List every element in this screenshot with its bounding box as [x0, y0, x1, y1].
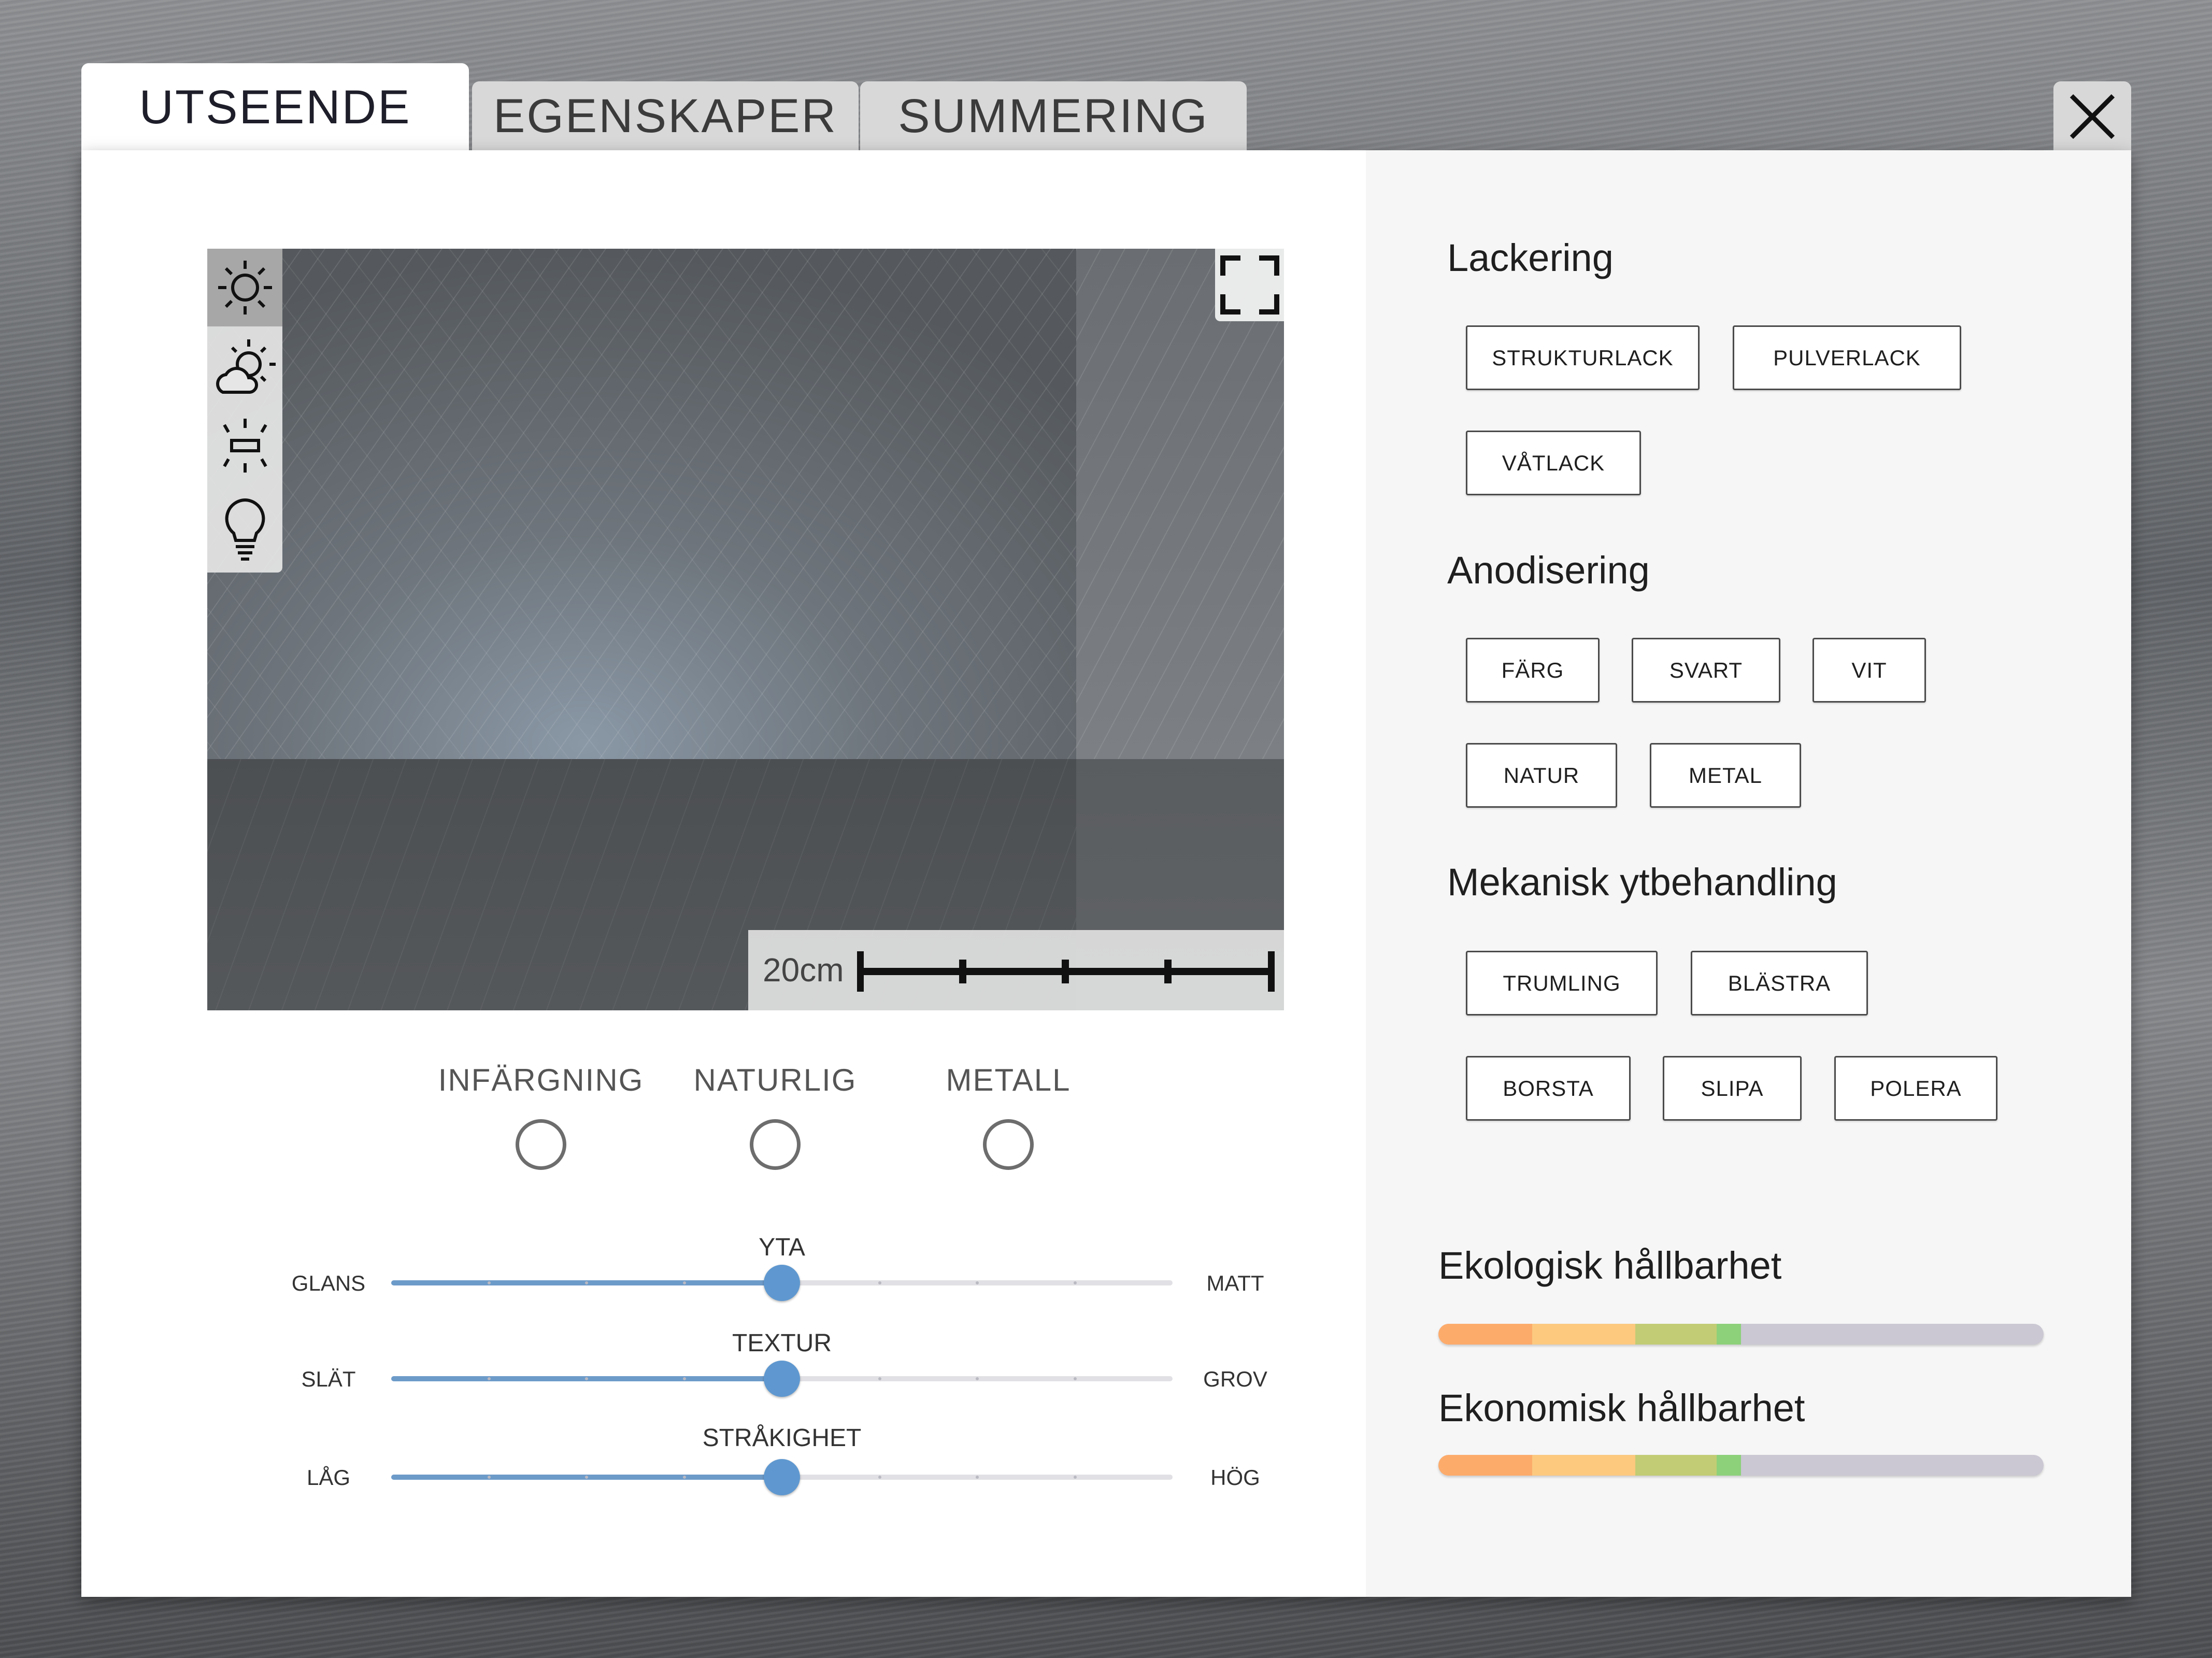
- slider-textur[interactable]: [391, 1361, 1173, 1397]
- section-title-anodisering: Anodisering: [1447, 549, 1650, 592]
- slider-tick: [487, 1476, 491, 1479]
- option-blastra[interactable]: BLÄSTRA: [1691, 951, 1868, 1016]
- lightbulb-icon: [225, 498, 265, 561]
- lamp-icon: [222, 419, 267, 473]
- option-slipa[interactable]: SLIPA: [1663, 1056, 1802, 1121]
- preview-tile: [1076, 249, 1284, 759]
- sustainability-segment: [1438, 1455, 1533, 1476]
- option-farg[interactable]: FÄRG: [1466, 638, 1600, 703]
- tab-label: UTSEENDE: [139, 80, 411, 134]
- slider-tick: [682, 1281, 686, 1284]
- partly-cloudy-icon: [216, 339, 276, 394]
- finish-label-metall: METALL: [946, 1063, 1071, 1097]
- section-title-mekanisk-ytbehandling: Mekanisk ytbehandling: [1447, 861, 1837, 904]
- fullscreen-icon: [1220, 255, 1279, 315]
- slider-title-textur: TEXTUR: [732, 1330, 832, 1357]
- tab-label: SUMMERING: [898, 90, 1209, 142]
- sustainability-title-ekologisk: Ekologisk hållbarhet: [1438, 1244, 1782, 1287]
- slider-tick: [976, 1377, 979, 1380]
- finish-radio-naturlig[interactable]: [750, 1119, 801, 1170]
- slider-thumb[interactable]: [764, 1459, 800, 1495]
- option-borsta[interactable]: BORSTA: [1466, 1056, 1631, 1121]
- option-svart[interactable]: SVART: [1632, 638, 1780, 703]
- slider-tick: [585, 1281, 588, 1284]
- finish-label-infargning: INFÄRGNING: [438, 1063, 644, 1097]
- slider-tick: [878, 1476, 881, 1479]
- lighting-sun-button[interactable]: [207, 249, 282, 326]
- option-pulverlack[interactable]: PULVERLACK: [1733, 325, 1961, 390]
- slider-yta[interactable]: [391, 1265, 1173, 1301]
- slider-title-yta: YTA: [759, 1234, 805, 1261]
- slider-max-label: GROV: [1203, 1367, 1267, 1391]
- sustainability-segment: [1438, 1324, 1533, 1345]
- slider-tick: [878, 1377, 881, 1380]
- lighting-cloudy-button[interactable]: [207, 329, 282, 407]
- lighting-bulb-button[interactable]: [207, 490, 282, 567]
- slider-tick: [1073, 1476, 1077, 1479]
- slider-title-strakighet: STRÅKIGHET: [702, 1424, 862, 1452]
- sustainability-segment: [1635, 1455, 1717, 1476]
- sustainability-title-ekonomisk: Ekonomisk hållbarhet: [1438, 1387, 1805, 1430]
- slider-thumb[interactable]: [764, 1361, 800, 1397]
- slider-tick: [682, 1377, 686, 1380]
- slider-tick: [1073, 1281, 1077, 1284]
- slider-min-label: LÅG: [306, 1465, 351, 1490]
- tab-utseende[interactable]: UTSEENDE: [81, 63, 469, 151]
- scale-ruler: [857, 951, 1275, 992]
- fullscreen-button[interactable]: [1215, 249, 1284, 321]
- sustainability-bar-ekonomisk: [1438, 1455, 2044, 1476]
- lighting-toolbar: [207, 249, 282, 573]
- scale-label: 20cm: [763, 951, 844, 989]
- scale-bar: 20cm: [748, 930, 1284, 1010]
- slider-max-label: HÖG: [1210, 1465, 1260, 1490]
- option-trumling[interactable]: TRUMLING: [1466, 951, 1658, 1016]
- sustainability-segment: [1532, 1324, 1635, 1345]
- tab-label: EGENSKAPER: [493, 90, 837, 142]
- sustainability-segment: [1717, 1324, 1741, 1345]
- close-icon: [2070, 94, 2115, 139]
- section-title-lackering: Lackering: [1447, 236, 1614, 279]
- slider-tick: [682, 1476, 686, 1479]
- material-preview[interactable]: [207, 249, 1284, 1010]
- slider-tick: [487, 1281, 491, 1284]
- option-polera[interactable]: POLERA: [1834, 1056, 1997, 1121]
- slider-tick: [585, 1476, 588, 1479]
- slider-tick: [878, 1281, 881, 1284]
- option-metal[interactable]: METAL: [1650, 743, 1801, 808]
- slider-tick: [976, 1281, 979, 1284]
- tab-egenskaper[interactable]: EGENSKAPER: [472, 81, 859, 151]
- option-vit[interactable]: VIT: [1813, 638, 1926, 703]
- slider-thumb[interactable]: [764, 1265, 800, 1301]
- slider-min-label: GLANS: [291, 1271, 366, 1295]
- slider-min-label: SLÄT: [301, 1367, 356, 1391]
- sustainability-bar-ekologisk: [1438, 1324, 2044, 1345]
- slider-tick: [585, 1377, 588, 1380]
- lighting-lamp-button[interactable]: [207, 407, 282, 484]
- sun-icon: [218, 261, 272, 315]
- sustainability-segment: [1532, 1455, 1635, 1476]
- option-vatlack[interactable]: VÅTLACK: [1466, 431, 1641, 495]
- tab-summering[interactable]: SUMMERING: [860, 81, 1247, 151]
- option-strukturlack[interactable]: STRUKTURLACK: [1466, 325, 1700, 390]
- sustainability-segment: [1635, 1324, 1717, 1345]
- slider-tick: [976, 1476, 979, 1479]
- finish-label-naturlig: NATURLIG: [693, 1063, 857, 1097]
- finish-radio-infargning[interactable]: [516, 1119, 566, 1170]
- sustainability-segment: [1717, 1455, 1741, 1476]
- slider-tick: [1073, 1377, 1077, 1380]
- finish-radio-metall[interactable]: [983, 1119, 1034, 1170]
- option-natur[interactable]: NATUR: [1466, 743, 1617, 808]
- slider-strakighet[interactable]: [391, 1459, 1173, 1495]
- close-button[interactable]: [2053, 81, 2131, 151]
- slider-max-label: MATT: [1206, 1271, 1264, 1295]
- slider-tick: [487, 1377, 491, 1380]
